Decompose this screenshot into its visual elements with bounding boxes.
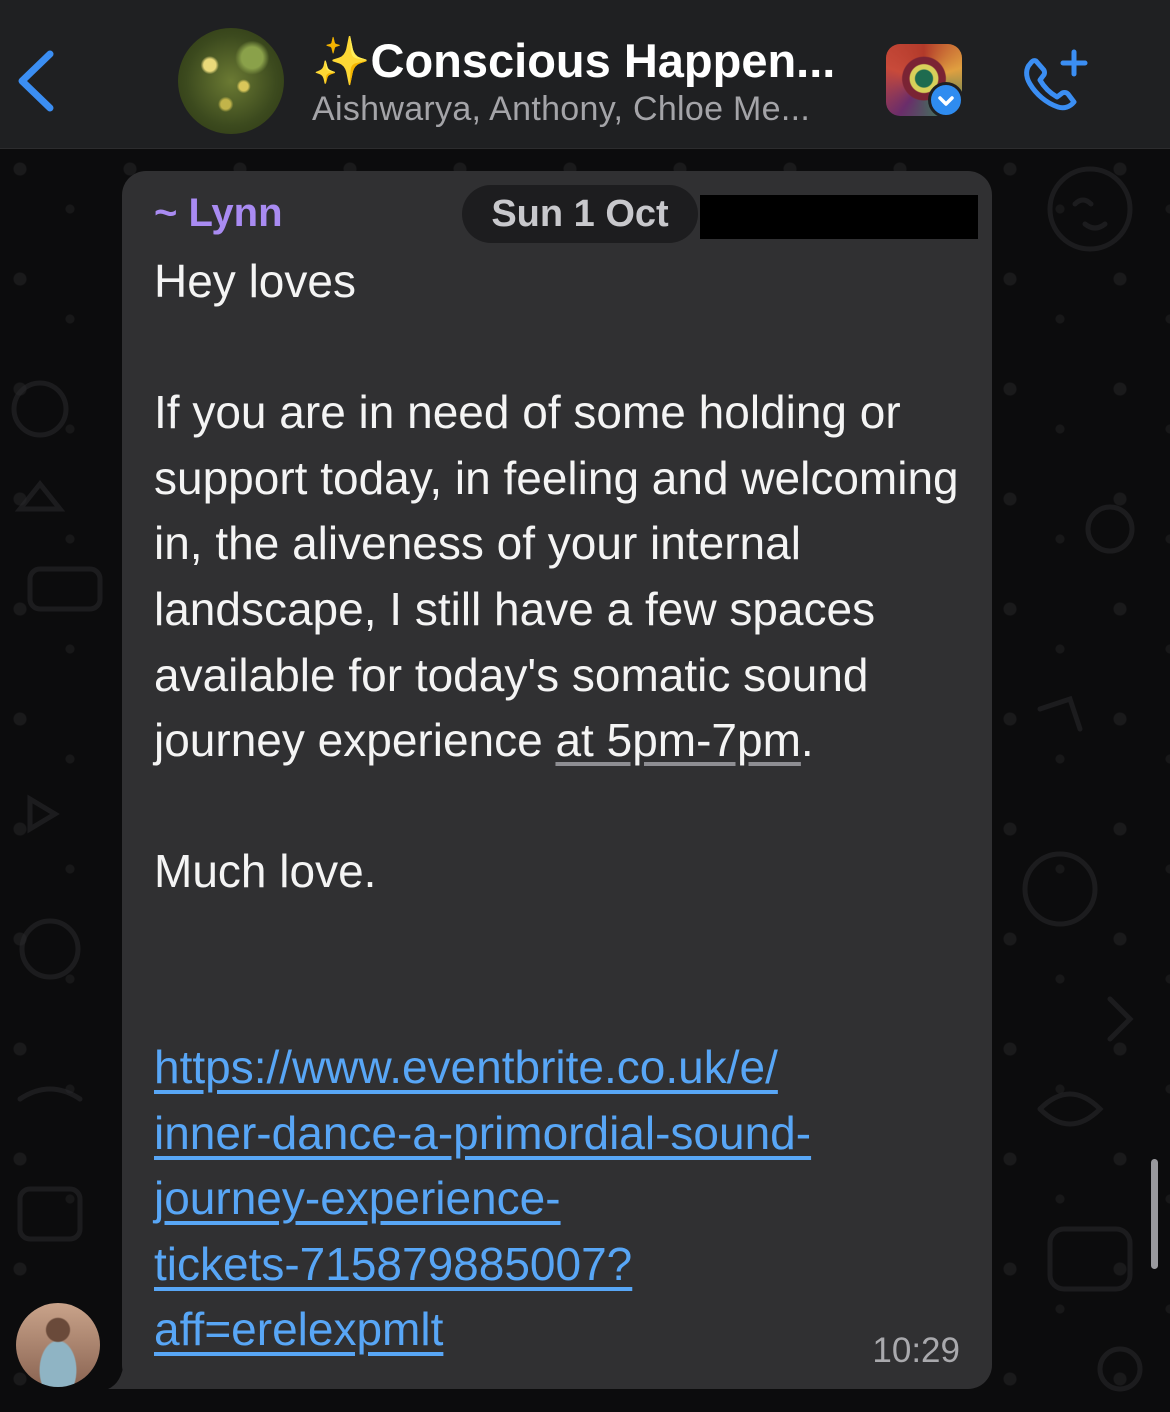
group-avatar[interactable] xyxy=(178,28,284,134)
date-separator: Sun 1 Oct xyxy=(462,185,698,243)
time-range-link[interactable]: at 5pm-7pm xyxy=(555,714,800,766)
back-button[interactable] xyxy=(12,46,62,116)
message-timestamp: 10:29 xyxy=(872,1331,960,1370)
chevron-left-icon xyxy=(18,50,54,112)
sender-avatar[interactable] xyxy=(16,1303,100,1387)
group-title[interactable]: ✨Conscious Happen... xyxy=(312,34,835,88)
verified-badge-icon xyxy=(928,82,964,118)
message-bubble[interactable]: ~ Lynn Sun 1 Oct Hey loves If you are in… xyxy=(122,171,992,1389)
phone-plus-icon xyxy=(1024,49,1088,111)
message-text: Hey loves If you are in need of some hol… xyxy=(154,249,984,905)
event-link[interactable]: https://www.eventbrite.co.uk/e/ inner-da… xyxy=(154,1035,954,1363)
chat-header: ✨Conscious Happen... Aishwarya, Anthony,… xyxy=(0,0,1170,149)
add-call-button[interactable] xyxy=(1016,46,1092,116)
group-name: ✨Conscious Happen... xyxy=(312,34,836,87)
message-body: Hey loves If you are in need of some hol… xyxy=(154,255,959,767)
participants-list[interactable]: Aishwarya, Anthony, Chloe Me... xyxy=(312,90,810,129)
scrollbar[interactable] xyxy=(1151,1159,1158,1269)
bubble-tail xyxy=(108,1361,146,1389)
chat-area[interactable]: ~ Lynn Sun 1 Oct Hey loves If you are in… xyxy=(0,149,1170,1412)
sender-name[interactable]: ~ Lynn xyxy=(154,191,283,236)
redaction-block xyxy=(700,195,978,239)
